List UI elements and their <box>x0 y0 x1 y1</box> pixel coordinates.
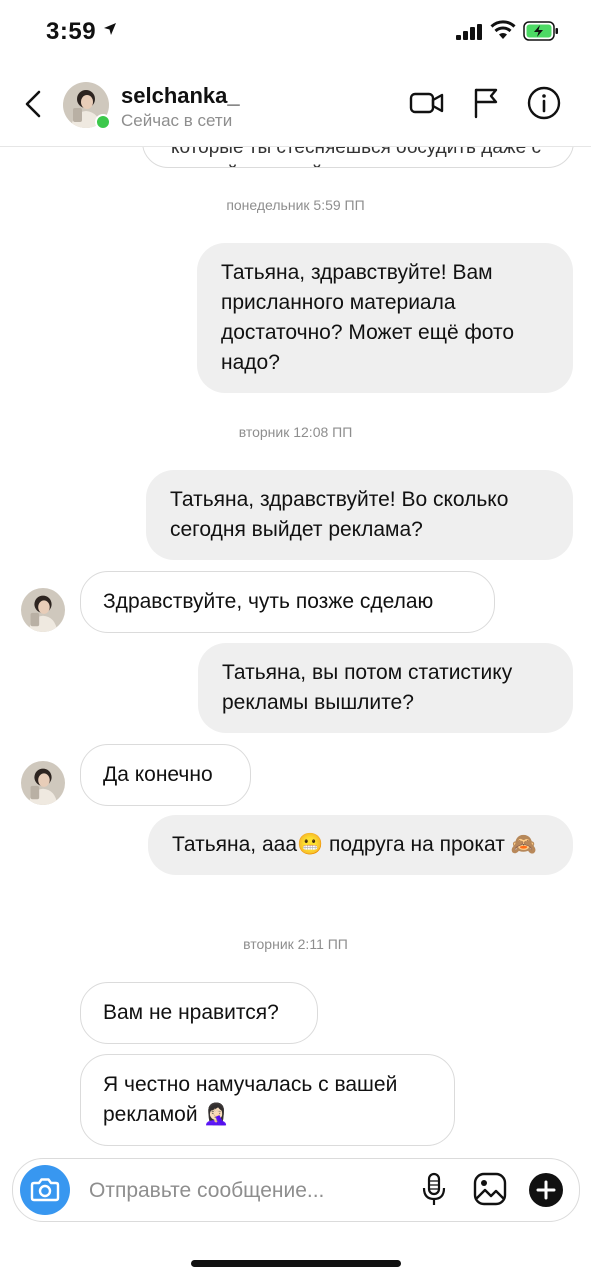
microphone-icon[interactable] <box>421 1172 447 1208</box>
chat-username[interactable]: selchanka_ <box>121 83 240 109</box>
sender-avatar[interactable] <box>21 588 65 632</box>
plus-icon[interactable] <box>528 1172 564 1208</box>
cellular-signal-icon <box>456 24 482 40</box>
message-text: Да конечно <box>103 763 213 786</box>
gallery-icon[interactable] <box>472 1171 508 1207</box>
message-text: Вам не нравится? <box>103 1001 279 1024</box>
message-text: Я честно намучалась с вашей рекламой 🤦🏻‍… <box>103 1073 398 1126</box>
timestamp: вторник 2:11 ПП <box>243 936 348 952</box>
timestamp: понедельник 5:59 ПП <box>226 197 365 213</box>
message-bubble-incoming[interactable]: Вам не нравится? <box>80 982 318 1044</box>
message-bubble-outgoing[interactable]: Татьяна, здравствуйте! Во сколько сегодн… <box>146 470 573 560</box>
message-bubble-incoming[interactable]: Здравствуйте, чуть позже сделаю <box>80 571 495 633</box>
message-bubble-incoming[interactable]: которые ты стесняешься обсудить даже с л… <box>142 146 574 168</box>
timestamp: вторник 12:08 ПП <box>238 424 353 440</box>
camera-icon <box>30 1178 60 1202</box>
online-status-dot <box>95 114 111 130</box>
message-composer <box>12 1158 580 1222</box>
status-bar: 3:59 <box>0 0 591 62</box>
message-text: Татьяна, вы потом статистику рекламы выш… <box>222 661 513 714</box>
video-call-icon[interactable] <box>409 86 445 120</box>
message-bubble-outgoing[interactable]: Татьяна, ааа😬 подруга на прокат 🙈 <box>148 815 573 875</box>
home-indicator[interactable] <box>191 1260 401 1267</box>
message-bubble-incoming[interactable]: Да конечно <box>80 744 251 806</box>
online-status-text: Сейчас в сети <box>121 111 233 130</box>
message-bubble-outgoing[interactable]: Татьяна, вы потом статистику рекламы выш… <box>198 643 573 733</box>
message-text: которые ты стесняешься обсудить даже с л… <box>171 146 541 167</box>
status-time: 3:59 <box>46 18 97 45</box>
location-arrow-icon <box>104 23 116 35</box>
flag-icon[interactable] <box>472 86 500 120</box>
chat-header: selchanka_ Сейчас в сети <box>0 62 591 147</box>
info-icon[interactable] <box>527 86 561 120</box>
message-input[interactable] <box>87 1173 391 1209</box>
wifi-icon <box>490 20 516 39</box>
message-bubble-outgoing[interactable]: Татьяна, здравствуйте! Вам присланного м… <box>197 243 573 393</box>
message-bubble-incoming[interactable]: Я честно намучалась с вашей рекламой 🤦🏻‍… <box>80 1054 455 1146</box>
back-chevron-icon[interactable] <box>22 88 46 120</box>
battery-icon <box>523 21 558 41</box>
message-thread[interactable]: которые ты стесняешься обсудить даже с л… <box>0 146 591 1150</box>
message-text: Здравствуйте, чуть позже сделаю <box>103 590 434 613</box>
message-text: Татьяна, здравствуйте! Вам присланного м… <box>221 261 515 374</box>
message-text: Татьяна, ааа😬 подруга на прокат 🙈 <box>172 833 537 856</box>
sender-avatar[interactable] <box>21 761 65 805</box>
camera-button[interactable] <box>20 1165 70 1215</box>
message-text: Татьяна, здравствуйте! Во сколько сегодн… <box>170 488 509 541</box>
